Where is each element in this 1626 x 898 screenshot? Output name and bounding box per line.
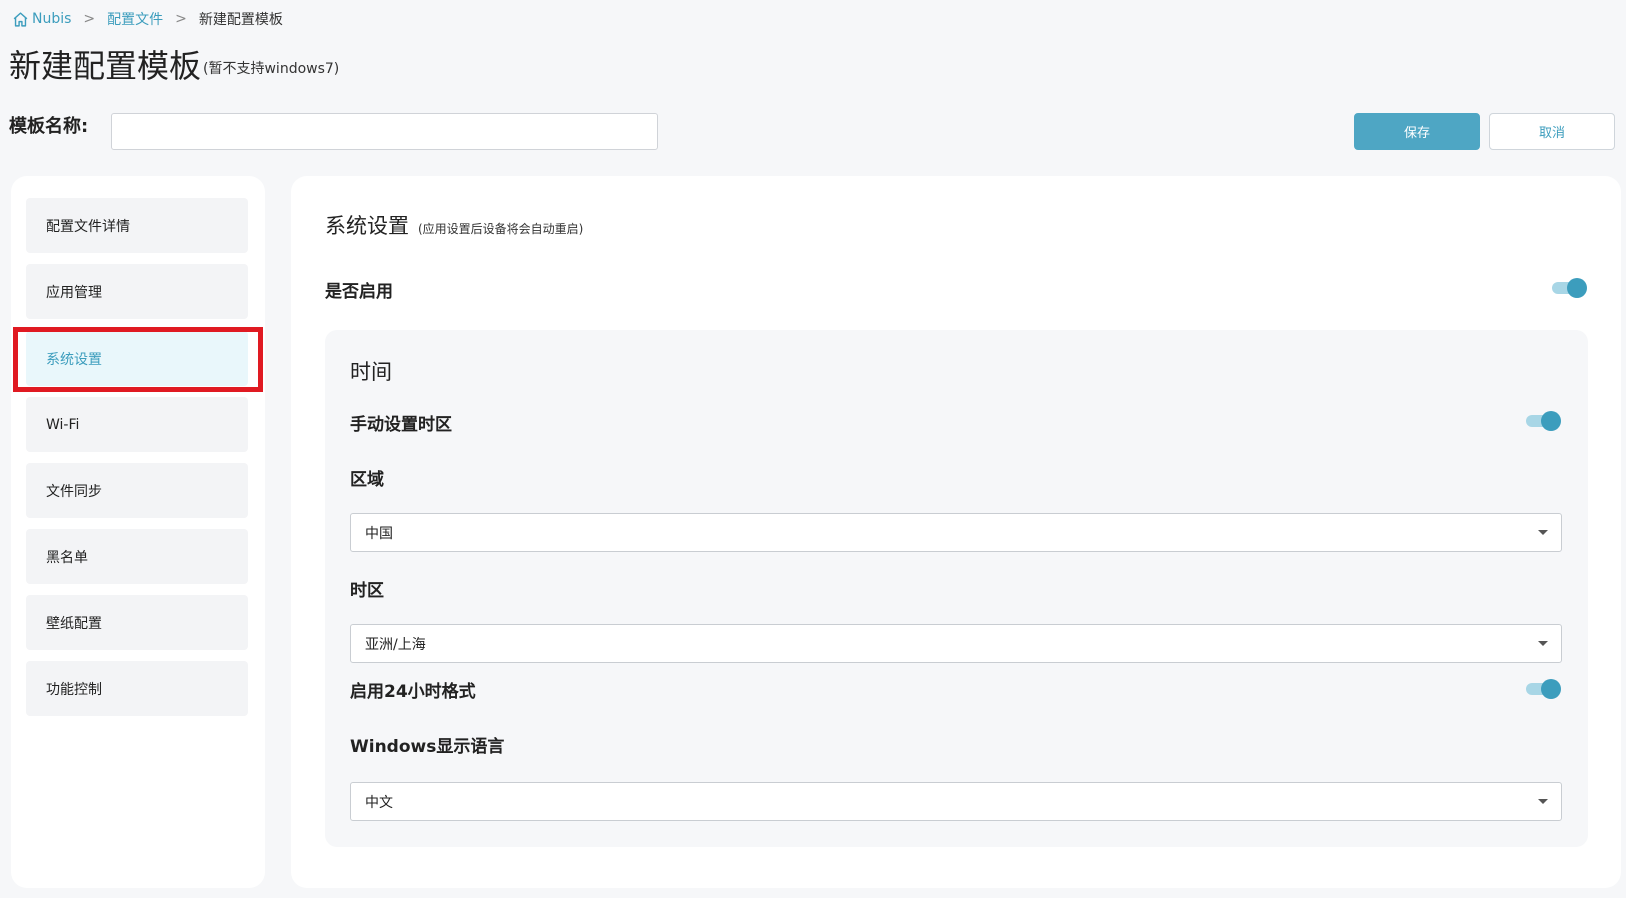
region-select[interactable]: 中国 (350, 513, 1562, 552)
sidebar-item-label: 系统设置 (46, 351, 102, 368)
timezone-label: 时区 (350, 581, 384, 601)
time-card-title: 时间 (350, 360, 392, 384)
breadcrumb-current: 新建配置模板 (198, 12, 283, 28)
home-icon (13, 11, 28, 27)
windows-language-select-value: 中文 (365, 794, 393, 811)
sidebar-item-label: 壁纸配置 (46, 615, 102, 632)
page-title-text: 新建配置模板 (9, 47, 202, 85)
windows-language-label: Windows显示语言 (350, 737, 505, 757)
sidebar-item-label: 功能控制 (46, 681, 102, 698)
time-card: 时间 手动设置时区 区域 中国 时区 亚洲/上海 启用24小时格式 Window… (325, 330, 1588, 847)
page-title: 新建配置模板 (暂不支持windows7) (9, 46, 339, 86)
breadcrumb-separator: > (175, 11, 187, 27)
section-note: (应用设置后设备将会自动重启) (418, 222, 584, 236)
chevron-down-icon (1538, 641, 1548, 646)
hour24-label: 启用24小时格式 (350, 682, 476, 702)
chevron-down-icon (1538, 799, 1548, 804)
save-button[interactable]: 保存 (1354, 113, 1480, 150)
cancel-button[interactable]: 取消 (1489, 113, 1615, 150)
toggle-knob (1541, 411, 1561, 431)
breadcrumb-home-label: Nubis (32, 11, 72, 27)
region-label: 区域 (350, 470, 384, 490)
sidebar-item-system-settings[interactable]: 系统设置 (26, 331, 248, 386)
template-name-input[interactable] (111, 113, 658, 150)
chevron-down-icon (1538, 530, 1548, 535)
region-select-value: 中国 (365, 525, 393, 542)
timezone-select[interactable]: 亚洲/上海 (350, 624, 1562, 663)
breadcrumb-separator: > (83, 11, 96, 27)
sidebar-item-label: 文件同步 (46, 483, 102, 500)
page-subtitle: (暂不支持windows7) (203, 61, 340, 77)
template-name-row: 模板名称: (9, 112, 88, 138)
hour24-toggle[interactable] (1526, 678, 1561, 700)
sidebar-item-function-control[interactable]: 功能控制 (26, 661, 248, 716)
manual-timezone-label: 手动设置时区 (350, 415, 452, 435)
system-settings-panel: 系统设置 (应用设置后设备将会自动重启) 是否启用 时间 手动设置时区 区域 中… (291, 176, 1621, 888)
sidebar-item-label: Wi-Fi (46, 416, 80, 433)
manual-timezone-toggle[interactable] (1526, 410, 1561, 432)
breadcrumb-link-config-files[interactable]: 配置文件 (107, 9, 163, 29)
breadcrumb: Nubis > 配置文件 > 新建配置模板 (12, 9, 283, 29)
sidebar-item-wifi[interactable]: Wi-Fi (26, 397, 248, 452)
sidebar-item-blacklist[interactable]: 黑名单 (26, 529, 248, 584)
windows-language-select[interactable]: 中文 (350, 782, 1562, 821)
toggle-knob (1541, 679, 1561, 699)
section-title: 系统设置 (应用设置后设备将会自动重启) (325, 210, 583, 240)
enable-label: 是否启用 (325, 282, 393, 302)
section-title-text: 系统设置 (325, 214, 409, 238)
sidebar-item-file-sync[interactable]: 文件同步 (26, 463, 248, 518)
sidebar-item-profile-details[interactable]: 配置文件详情 (26, 198, 248, 253)
breadcrumb-home[interactable]: Nubis (12, 11, 71, 28)
timezone-select-value: 亚洲/上海 (365, 636, 426, 653)
template-name-label: 模板名称: (9, 116, 89, 137)
sidebar-item-label: 应用管理 (46, 284, 102, 301)
sidebar-item-app-management[interactable]: 应用管理 (26, 264, 248, 319)
toggle-knob (1567, 278, 1587, 298)
enable-toggle[interactable] (1552, 277, 1587, 299)
sidebar: 配置文件详情 应用管理 系统设置 Wi-Fi 文件同步 黑名单 壁纸配置 功能控… (11, 176, 265, 888)
sidebar-item-label: 配置文件详情 (46, 218, 130, 235)
sidebar-item-label: 黑名单 (46, 549, 88, 566)
sidebar-item-wallpaper[interactable]: 壁纸配置 (26, 595, 248, 650)
